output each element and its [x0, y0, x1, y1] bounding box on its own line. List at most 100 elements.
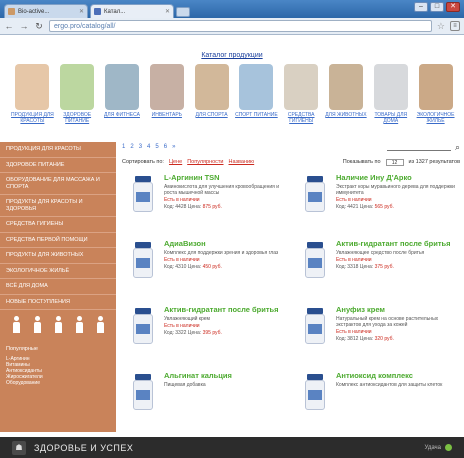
product-bottle-icon[interactable]	[302, 308, 328, 348]
product-bottle-icon[interactable]	[130, 176, 156, 216]
url-text: ergo.pro/catalog/all/	[54, 22, 116, 30]
category-image[interactable]	[194, 64, 229, 110]
category-image[interactable]	[284, 64, 319, 110]
category-item[interactable]: ТОВАРЫ ДЛЯ ДОМА	[368, 64, 413, 124]
category-item[interactable]: ДЛЯ ФИТНЕСА	[100, 64, 145, 124]
page-link[interactable]: 1	[122, 144, 125, 150]
category-label[interactable]: ДЛЯ ФИТНЕСА	[104, 112, 140, 118]
sidebar-item[interactable]: Продукты для красоты и здоровья	[0, 195, 116, 217]
product-bottle-icon[interactable]	[130, 308, 156, 348]
category-strip: ПРОДУКЦИЯ ДЛЯ КРАСОТЫ ЗДОРОВОЕ ПИТАНИЕ ДЛЯ…	[10, 64, 458, 124]
sidebar-item[interactable]: Оборудование для массажа и спорта	[0, 173, 116, 195]
category-label[interactable]: ЭКОЛОГИЧНОЕ ЖИЛЬЕ	[413, 112, 458, 124]
page-link[interactable]: 2	[130, 144, 133, 150]
product-card[interactable]: Ануфиз крем Натуральный крем на основе ра…	[294, 304, 459, 364]
reload-icon[interactable]: ↻	[34, 21, 44, 32]
product-name[interactable]: Антиоксид комплекс	[336, 372, 456, 380]
category-label[interactable]: ДЛЯ ЖИВОТНЫХ	[325, 112, 366, 118]
person-icon	[32, 316, 42, 334]
category-item[interactable]: ПРОДУКЦИЯ ДЛЯ КРАСОТЫ	[10, 64, 55, 124]
category-item[interactable]: ДЛЯ СПОРТА	[189, 64, 234, 124]
category-item[interactable]: ЗДОРОВОЕ ПИТАНИЕ	[55, 64, 100, 124]
bookmark-star-icon[interactable]: ☆	[437, 21, 445, 32]
product-name[interactable]: L-Аргинин TSN	[164, 174, 284, 182]
sidebar-item[interactable]: Продукты для животных	[0, 248, 116, 264]
category-item[interactable]: ЭКОЛОГИЧНОЕ ЖИЛЬЕ	[413, 64, 458, 124]
sidebar-item[interactable]: Средства гигиены	[0, 217, 116, 233]
page-link[interactable]: 5	[155, 144, 158, 150]
settings-wrench-icon[interactable]: ≡	[450, 21, 460, 31]
category-label[interactable]: СПОРТ ПИТАНИЕ	[235, 112, 278, 118]
bottom-right-link[interactable]: Удача	[424, 445, 441, 451]
sidebar-footer-link[interactable]: Оборудование	[6, 380, 110, 386]
product-card[interactable]: АдиаВизон Комплекс для поддержки зрения и…	[122, 238, 287, 298]
maximize-icon[interactable]: □	[430, 2, 444, 12]
product-bottle-icon[interactable]	[130, 242, 156, 282]
bottom-title: ЗДОРОВЬЕ И УСПЕХ	[34, 442, 134, 453]
category-item[interactable]: ИНВЕНТАРЬ	[144, 64, 189, 124]
sidebar-item[interactable]: Экологичное жильё	[0, 264, 116, 279]
search-icon[interactable]: ⌕	[455, 142, 460, 153]
new-tab-button[interactable]	[176, 7, 190, 17]
category-image[interactable]	[104, 64, 139, 110]
page-link[interactable]: 3	[139, 144, 142, 150]
browser-tab[interactable]: Bio-active... ✕	[4, 4, 88, 18]
product-name[interactable]: Актив-гидратант после бритья	[336, 240, 456, 248]
product-card[interactable]: L-Аргинин TSN Аминокислота для улучшения …	[122, 172, 287, 232]
product-card[interactable]: Наличие Ину Д'Арко Экстракт коры муравьин…	[294, 172, 459, 232]
back-arrow-icon[interactable]: ←	[4, 21, 14, 31]
browser-tab-active[interactable]: Катал... ✕	[90, 4, 174, 18]
address-bar[interactable]: ergo.pro/catalog/all/	[49, 20, 432, 32]
category-image[interactable]	[418, 64, 453, 110]
product-bottle-icon[interactable]	[302, 374, 328, 414]
forward-arrow-icon[interactable]: →	[19, 21, 29, 31]
product-card[interactable]: Актив-гидратант после бритья Увлажняющий …	[122, 304, 287, 364]
sort-by-name[interactable]: Названию	[229, 159, 255, 165]
close-icon[interactable]: ✕	[165, 8, 170, 15]
product-bottle-icon[interactable]	[130, 374, 156, 414]
category-image[interactable]	[239, 64, 274, 110]
product-bottle-icon[interactable]	[302, 176, 328, 216]
category-image[interactable]	[15, 64, 50, 110]
category-item[interactable]: СПОРТ ПИТАНИЕ	[234, 64, 279, 124]
product-card[interactable]: Антиоксид комплекс Комплекс антиоксиданто…	[294, 370, 459, 430]
category-image[interactable]	[149, 64, 184, 110]
category-item[interactable]: ДЛЯ ЖИВОТНЫХ	[324, 64, 369, 124]
close-icon[interactable]: ✕	[79, 8, 84, 15]
sidebar-item[interactable]: Здоровое питание	[0, 158, 116, 173]
sort-by-popularity[interactable]: Популярности	[187, 159, 223, 165]
product-stock: Есть в наличии	[164, 197, 200, 203]
minimize-icon[interactable]: –	[414, 2, 428, 12]
sort-by-price[interactable]: Цене	[169, 159, 182, 165]
product-card[interactable]: Альгинат кальция Пищевая добавка	[122, 370, 287, 430]
category-image[interactable]	[328, 64, 363, 110]
sidebar-item[interactable]: Новые поступления	[0, 295, 116, 310]
category-label[interactable]: ЗДОРОВОЕ ПИТАНИЕ	[55, 112, 100, 124]
category-image[interactable]	[60, 64, 95, 110]
window-close-icon[interactable]: ✕	[446, 2, 460, 12]
product-name[interactable]: Альгинат кальция	[164, 372, 284, 380]
product-info: L-Аргинин TSN Аминокислота для улучшения …	[164, 174, 284, 211]
sidebar-item[interactable]: Всё для дома	[0, 279, 116, 295]
category-item[interactable]: СРЕДСТВА ГИГИЕНЫ	[279, 64, 324, 124]
product-name[interactable]: Наличие Ину Д'Арко	[336, 174, 456, 182]
product-name[interactable]: АдиаВизон	[164, 240, 284, 248]
category-label[interactable]: СРЕДСТВА ГИГИЕНЫ	[279, 112, 324, 124]
sidebar-item[interactable]: Продукция для красоты	[0, 142, 116, 158]
product-name[interactable]: Актив-гидратант после бритья	[164, 306, 284, 314]
search-input[interactable]	[386, 143, 451, 151]
product-name[interactable]: Ануфиз крем	[336, 306, 456, 314]
category-image[interactable]	[373, 64, 408, 110]
sidebar-item[interactable]: Средства первой помощи	[0, 233, 116, 248]
category-label[interactable]: ПРОДУКЦИЯ ДЛЯ КРАСОТЫ	[10, 112, 55, 124]
category-label[interactable]: ДЛЯ СПОРТА	[196, 112, 228, 118]
category-label[interactable]: ИНВЕНТАРЬ	[152, 112, 182, 118]
product-card[interactable]: Актив-гидратант после бритья Увлажняющее …	[294, 238, 459, 298]
page-link[interactable]: 4	[147, 144, 150, 150]
page-link[interactable]: 6	[164, 144, 167, 150]
catalog-title[interactable]: Каталог продукции	[0, 52, 464, 59]
perpage-select[interactable]: 12	[385, 158, 404, 166]
page-link[interactable]: »	[172, 144, 175, 150]
product-bottle-icon[interactable]	[302, 242, 328, 282]
category-label[interactable]: ТОВАРЫ ДЛЯ ДОМА	[368, 112, 413, 124]
